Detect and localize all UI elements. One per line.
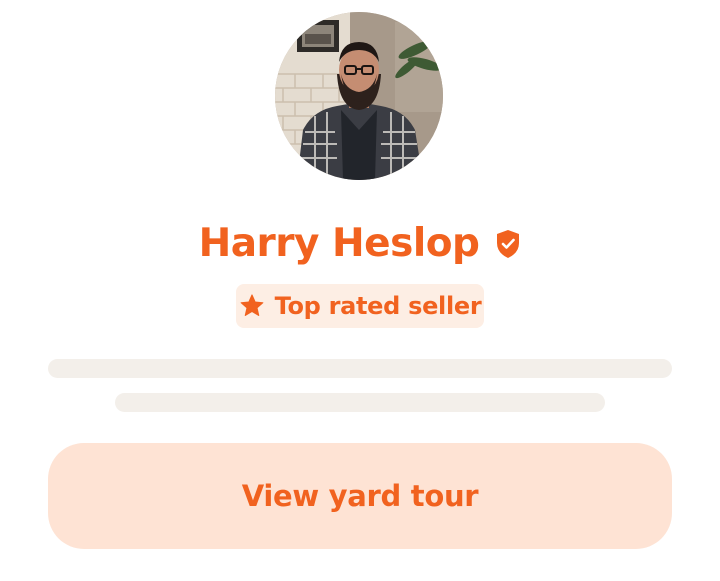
view-yard-tour-label: View yard tour [241, 479, 479, 513]
verified-shield-icon [495, 227, 521, 259]
badge-label: Top rated seller [274, 292, 482, 320]
skeleton-line-1 [48, 359, 672, 378]
view-yard-tour-button[interactable]: View yard tour [48, 443, 672, 549]
profile-name: Harry Heslop [198, 220, 480, 266]
status-badge: Top rated seller [236, 284, 484, 328]
skeleton-line-2 [115, 393, 605, 412]
star-icon [239, 293, 265, 319]
avatar [275, 12, 443, 180]
profile-header: Harry Heslop [0, 216, 720, 270]
